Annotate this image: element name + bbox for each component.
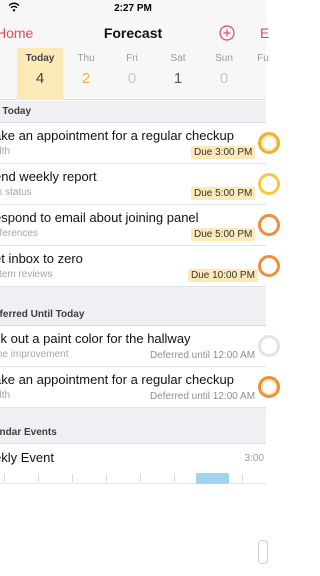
task-title: ake an appointment for a regular checkup [0,372,234,387]
task-title: ck out a paint color for the hallway [0,331,191,346]
timeline-tick [72,474,73,482]
timeline-tick [4,474,5,482]
timeline-tick [174,474,175,482]
day-name: Fu [257,53,269,64]
calendar-event-row[interactable]: ekly Event 3:00 [0,444,266,484]
task-checkbox[interactable] [258,255,280,277]
day-cell-future[interactable]: Fu [240,48,286,100]
section-title: endar Events [0,427,57,438]
day-count: 2 [81,70,91,87]
task-context: alth [0,146,11,157]
task-checkbox[interactable] [258,173,280,195]
due-badge: Due 3:00 PM [191,146,256,159]
day-cell-fri[interactable]: Fri 0 [109,48,155,100]
task-row[interactable]: ake an appointment for a regular checkup… [0,367,280,408]
event-time: 3:00 [244,453,264,464]
day-count: 1 [173,70,183,87]
day-cell-sat[interactable]: Sat 1 [155,48,201,100]
section-gap [0,408,266,422]
section-header-due-today: e Today [0,101,266,123]
day-name: Fri [126,53,138,64]
timeline-tick [106,474,107,482]
task-checkbox[interactable] [258,335,280,357]
timeline-tick [140,474,141,482]
day-cell-thu[interactable]: Thu 2 [63,48,109,100]
task-title: espond to email about joining panel [0,210,199,225]
status-time: 2:27 PM [114,3,152,14]
task-checkbox[interactable] [258,214,280,236]
timeline-tick [242,474,243,482]
day-name: t [0,53,11,64]
due-badge: Due 10:00 PM [188,269,258,282]
deferred-label: Deferred until 12:00 AM [150,350,256,361]
task-row[interactable]: espond to email about joining panel nfer… [0,205,280,246]
task-context: nferences [0,228,38,239]
task-context: me improvement [0,349,69,360]
day-name: Sat [170,53,186,64]
task-row[interactable]: ck out a paint color for the hallway me … [0,326,280,367]
due-badge: Due 5:00 PM [191,187,256,200]
section-title: e Today [0,106,32,117]
nav-bar: Home Forecast E [0,18,269,48]
section-header-calendar: endar Events [0,422,266,444]
section-header-deferred: eferred Until Today [0,304,266,326]
task-row[interactable]: end weekly report rk status Due 5:00 PM [0,164,280,205]
task-title: et inbox to zero [0,251,83,266]
task-row[interactable]: ake an appointment for a regular checkup… [0,123,280,164]
status-bar: 2:27 PM [0,0,266,18]
task-context: stem reviews [0,269,53,280]
task-title: end weekly report [0,169,97,184]
task-checkbox[interactable] [258,376,280,398]
timeline-tick [38,474,39,482]
deferred-label: Deferred until 12:00 AM [150,391,256,402]
event-title: ekly Event [0,450,54,465]
due-badge: Due 5:00 PM [191,228,256,241]
perspective-icon[interactable] [258,540,268,564]
day-name: Thu [77,53,95,64]
day-name: Today [25,53,55,64]
task-title: ake an appointment for a regular checkup [0,128,234,143]
add-icon[interactable] [219,25,235,41]
task-context: alth [0,390,11,401]
section-title: eferred Until Today [0,309,85,320]
day-count: 0 [127,70,137,87]
day-cell-prev[interactable]: t [0,48,11,100]
edit-button[interactable]: E [260,25,269,41]
task-context: rk status [0,187,32,198]
day-count: 4 [35,70,45,87]
day-cell-today[interactable]: Today 4 [17,48,63,100]
event-time-block [196,473,229,484]
task-checkbox[interactable] [258,132,280,154]
forecast-day-strip: t Today 4 Thu 2 Fri 0 Sat 1 Sun 0 Fu [0,48,269,100]
task-row[interactable]: et inbox to zero stem reviews Due 10:00 … [0,246,280,287]
section-gap [0,287,266,304]
